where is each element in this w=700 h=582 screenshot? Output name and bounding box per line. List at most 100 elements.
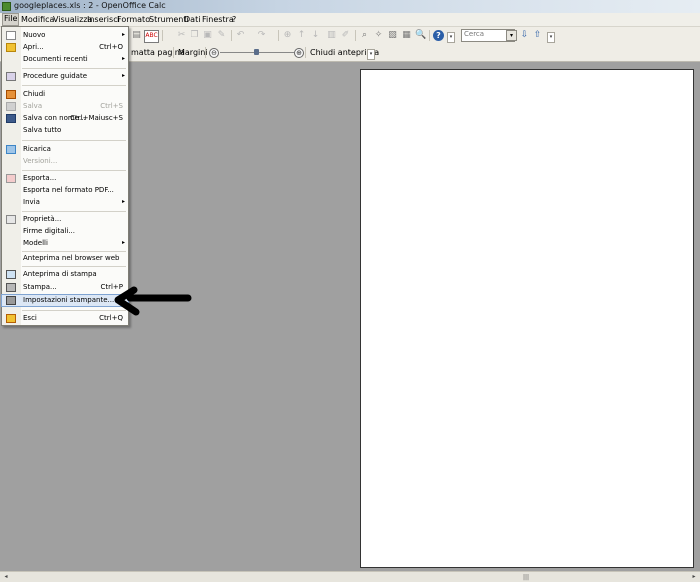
- menu-item-firme-digitali[interactable]: Firme digitali...: [2, 226, 128, 237]
- gallery-icon[interactable]: ▧: [387, 30, 398, 41]
- zoom-icon[interactable]: 🔍: [415, 30, 426, 41]
- menu-item-salva-tutto[interactable]: Salva tutto: [2, 125, 128, 136]
- menu-item-ricarica[interactable]: Ricarica: [2, 144, 128, 155]
- export-pdf-icon[interactable]: ▤: [131, 30, 142, 41]
- scroll-right-icon[interactable]: ▸: [690, 573, 698, 580]
- margins-button[interactable]: Margini: [178, 48, 208, 57]
- toolbar-separator: [305, 47, 306, 58]
- menu-dati[interactable]: Dati: [184, 15, 200, 24]
- paste-icon[interactable]: ▣: [202, 30, 213, 41]
- menu-item-versioni[interactable]: Versioni...: [2, 156, 128, 167]
- menu-separator: [22, 68, 126, 69]
- close-document-icon: [6, 90, 16, 99]
- window-title: googleplaces.xls : 2 - OpenOffice Calc: [14, 1, 166, 10]
- save-icon: [6, 102, 16, 111]
- menu-separator: [22, 211, 126, 212]
- search-placeholder: Cerca: [464, 30, 485, 38]
- cut-icon[interactable]: ✂: [176, 30, 187, 41]
- preview-toolbar-options-dropdown[interactable]: ▾: [367, 49, 375, 60]
- toolbar-options-dropdown[interactable]: ▾: [447, 32, 455, 43]
- help-icon[interactable]: ?: [433, 30, 444, 41]
- printer-settings-icon: [6, 296, 16, 305]
- menu-item-proprieta[interactable]: Proprietà...: [2, 214, 128, 225]
- menu-item-nuovo[interactable]: Nuovo ▸: [2, 30, 128, 41]
- zoom-slider-thumb[interactable]: [254, 49, 259, 55]
- menu-file[interactable]: File: [2, 13, 20, 26]
- insert-chart-icon[interactable]: ▥: [326, 30, 337, 41]
- menu-finestra[interactable]: Finestra: [202, 15, 234, 24]
- navigator-icon[interactable]: ✧: [373, 30, 384, 41]
- copy-icon[interactable]: ❐: [189, 30, 200, 41]
- submenu-arrow-icon: ▸: [121, 239, 125, 246]
- scroll-left-icon[interactable]: ◂: [2, 573, 10, 580]
- menu-item-salva-con-nome[interactable]: Salva con nome... Ctrl+Maiusc+S: [2, 113, 128, 124]
- toolbar-separator: [205, 47, 206, 58]
- undo-icon[interactable]: ↶: [235, 30, 246, 41]
- submenu-arrow-icon: ▸: [121, 55, 125, 62]
- data-sources-icon[interactable]: ▦: [401, 30, 412, 41]
- menu-item-salva[interactable]: Salva Ctrl+S: [2, 101, 128, 112]
- toolbar-separator: [355, 30, 356, 41]
- toolbar-separator: [162, 30, 163, 41]
- submenu-arrow-icon: ▸: [121, 31, 125, 38]
- hyperlink-icon[interactable]: ⊕: [282, 30, 293, 41]
- new-document-icon: [6, 31, 16, 40]
- page-format-button[interactable]: matta pagina: [131, 48, 185, 57]
- find-replace-icon[interactable]: ⌕: [359, 30, 370, 41]
- menu-separator: [22, 170, 126, 171]
- menu-item-invia[interactable]: Invia ▸: [2, 197, 128, 208]
- open-folder-icon: [6, 43, 16, 52]
- find-previous-icon[interactable]: ⇧: [532, 30, 543, 41]
- save-as-icon: [6, 114, 16, 123]
- submenu-arrow-icon: ▸: [121, 198, 125, 205]
- draw-functions-icon[interactable]: ✐: [340, 30, 351, 41]
- toolbar-separator: [231, 30, 232, 41]
- toolbar-separator: [429, 30, 430, 41]
- pointer-arrow-icon: [114, 286, 192, 316]
- menu-help[interactable]: ?: [232, 15, 236, 24]
- search-dropdown-icon[interactable]: ▾: [506, 30, 517, 41]
- zoom-in-icon[interactable]: ⊕: [294, 48, 304, 58]
- scrollbar-grip-icon[interactable]: |||: [523, 574, 529, 581]
- export-icon: [6, 174, 16, 183]
- menu-item-anteprima-stampa[interactable]: Anteprima di stampa: [2, 269, 128, 280]
- toolbar-separator: [278, 30, 279, 41]
- file-menu-dropdown: Nuovo ▸ Apri... Ctrl+O Documenti recenti…: [1, 26, 129, 326]
- menu-item-esporta-pdf[interactable]: Esporta nel formato PDF...: [2, 185, 128, 196]
- menu-item-impostazioni-stampante[interactable]: Impostazioni stampante...: [1, 294, 129, 307]
- menu-item-anteprima-browser[interactable]: Anteprima nel browser web: [2, 253, 128, 264]
- find-next-icon[interactable]: ⇩: [519, 30, 530, 41]
- menu-bar: File Modifica Visualizza Inserisci Forma…: [0, 13, 700, 27]
- menu-separator: [22, 310, 126, 311]
- menu-item-stampa[interactable]: Stampa... Ctrl+P: [2, 282, 128, 293]
- horizontal-scrollbar[interactable]: ◂ ||| ▸: [0, 571, 700, 582]
- printer-icon: [6, 283, 16, 292]
- menu-item-esci[interactable]: Esci Ctrl+Q: [2, 313, 128, 324]
- find-toolbar-options-dropdown[interactable]: ▾: [547, 32, 555, 43]
- zoom-out-icon[interactable]: ⊖: [209, 48, 219, 58]
- menu-separator: [22, 85, 126, 86]
- menu-formato[interactable]: Formato: [117, 15, 150, 24]
- menu-item-apri[interactable]: Apri... Ctrl+O: [2, 42, 128, 53]
- menu-strumenti[interactable]: Strumenti: [149, 15, 189, 24]
- menu-item-documenti-recenti[interactable]: Documenti recenti ▸: [2, 54, 128, 65]
- menu-item-modelli[interactable]: Modelli ▸: [2, 238, 128, 249]
- print-preview-icon: [6, 270, 16, 279]
- menu-item-chiudi[interactable]: Chiudi: [2, 89, 128, 100]
- sort-descending-icon[interactable]: ↓: [310, 30, 321, 41]
- format-paintbrush-icon[interactable]: ✎: [216, 30, 227, 41]
- menu-modifica[interactable]: Modifica: [21, 15, 54, 24]
- sort-ascending-icon[interactable]: ↑: [296, 30, 307, 41]
- calc-app-icon: [2, 2, 11, 11]
- exit-icon: [6, 314, 16, 323]
- menu-item-procedure-guidate[interactable]: Procedure guidate ▸: [2, 71, 128, 82]
- spellcheck-icon[interactable]: ABC: [144, 30, 159, 43]
- menu-inserisci[interactable]: Inserisci: [87, 15, 120, 24]
- redo-icon[interactable]: ↷: [256, 30, 267, 41]
- menu-separator: [22, 140, 126, 141]
- wizard-icon: [6, 72, 16, 81]
- menu-separator: [22, 251, 126, 252]
- submenu-arrow-icon: ▸: [121, 72, 125, 79]
- toolbar-separator: [173, 47, 174, 58]
- menu-item-esporta[interactable]: Esporta...: [2, 173, 128, 184]
